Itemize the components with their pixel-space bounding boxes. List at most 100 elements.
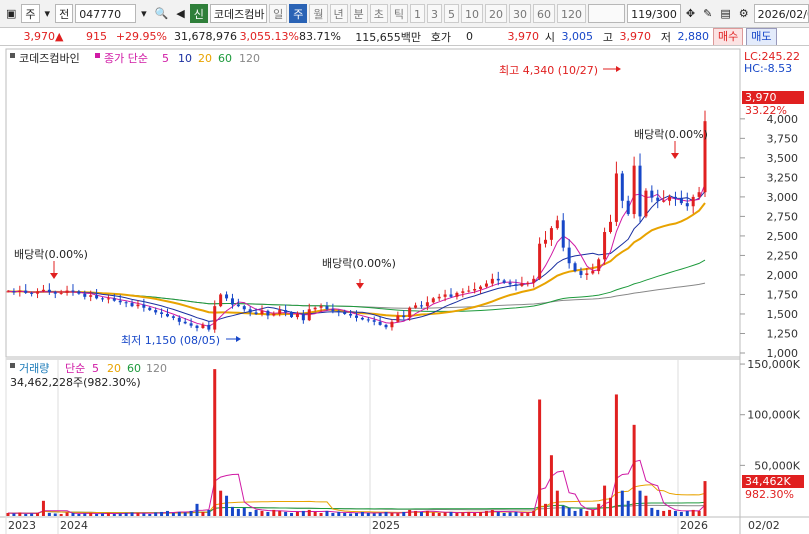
candle-body xyxy=(18,290,22,293)
volume-axis: 150,000K 100,000K 50,000K xyxy=(740,358,801,472)
vol-ma20-label: 20 xyxy=(107,362,121,375)
volume-bar xyxy=(638,490,642,516)
save-icon[interactable]: ▤ xyxy=(717,4,733,23)
volume-bar xyxy=(384,511,388,516)
candle-body xyxy=(673,196,677,199)
dividend-annotation-1: 배당락(0.00%) xyxy=(14,248,88,261)
search-icon[interactable]: 🔍 xyxy=(152,4,172,23)
volume-bar xyxy=(419,511,423,516)
volume-bar xyxy=(295,511,299,516)
volume-bar xyxy=(254,509,258,516)
chevron-down-icon[interactable]: ▾ xyxy=(42,4,54,23)
custom-period-input[interactable] xyxy=(588,4,626,23)
vol-ma60-label: 60 xyxy=(127,362,141,375)
num-30[interactable]: 30 xyxy=(509,4,531,23)
candle-body xyxy=(41,289,45,292)
tab-second[interactable]: 초 xyxy=(369,4,388,23)
speaker-icon[interactable]: ◀ xyxy=(173,4,187,23)
candle-body xyxy=(106,298,110,300)
candle-body xyxy=(396,315,400,322)
stock-chart[interactable]: 4,0003,7503,5003,2503,0002,7502,5002,250… xyxy=(0,47,809,534)
prev-button[interactable]: 전 xyxy=(55,4,74,23)
chart-type-icon[interactable]: ▣ xyxy=(3,4,19,23)
candle-body xyxy=(195,325,199,329)
candle-body xyxy=(160,312,164,314)
candle-body xyxy=(656,197,660,201)
tab-day[interactable]: 일 xyxy=(269,4,288,23)
low-price: 2,880 xyxy=(677,30,710,43)
candle-body xyxy=(213,306,217,330)
price-tick-label: 1,250 xyxy=(767,327,799,340)
volume-bar xyxy=(248,511,252,516)
candle-body xyxy=(366,319,370,321)
candle-body xyxy=(248,309,252,313)
crosshair-icon[interactable]: ✥ xyxy=(683,4,698,23)
code-dropdown-icon[interactable]: ▾ xyxy=(138,4,150,23)
sell-button[interactable]: 매도 xyxy=(746,28,777,45)
volume-bar xyxy=(455,512,459,516)
volume-bar xyxy=(201,511,205,516)
date-input[interactable]: 2026/02/0 xyxy=(753,4,809,23)
candle-body xyxy=(520,283,524,286)
tab-week[interactable]: 주 xyxy=(289,4,308,23)
candle-body xyxy=(614,173,618,222)
candle-body xyxy=(549,228,553,240)
volume-bar xyxy=(402,511,406,516)
candle-body xyxy=(189,323,193,326)
volume-bar xyxy=(195,503,199,516)
candle-body xyxy=(118,300,122,303)
volume-bar xyxy=(41,500,45,516)
num-20[interactable]: 20 xyxy=(485,4,507,23)
volume-bar xyxy=(284,511,288,516)
volume-bar xyxy=(189,510,193,516)
num-60[interactable]: 60 xyxy=(533,4,555,23)
buy-button[interactable]: 매수 xyxy=(713,28,744,45)
num-3[interactable]: 3 xyxy=(427,4,442,23)
candle-body xyxy=(130,303,134,307)
candle-body xyxy=(154,310,158,313)
candle-body xyxy=(360,317,364,320)
num-120[interactable]: 120 xyxy=(557,4,586,23)
candle-body xyxy=(579,271,583,275)
num-10[interactable]: 10 xyxy=(461,4,483,23)
candle-body xyxy=(295,313,299,318)
volume-bar xyxy=(95,513,99,516)
volume-bar xyxy=(603,485,607,516)
gear-icon[interactable]: ⚙ xyxy=(736,4,752,23)
tab-tick[interactable]: 틱 xyxy=(389,4,408,23)
candle-body xyxy=(626,200,630,215)
tab-year[interactable]: 년 xyxy=(329,4,348,23)
candle-body xyxy=(585,273,589,275)
candle-body xyxy=(532,278,536,283)
hc-readout: HC:-8.53 xyxy=(744,62,792,75)
num-5[interactable]: 5 xyxy=(444,4,459,23)
volume-bar xyxy=(532,510,536,516)
candle-body xyxy=(124,302,128,304)
time-tick-label: 02/02 xyxy=(748,519,780,532)
volume-bar xyxy=(644,495,648,516)
period-type-select[interactable]: 주 xyxy=(21,4,40,23)
stock-code-input[interactable]: 047770 xyxy=(75,4,137,23)
vol-ma-label: 단순 xyxy=(65,362,85,375)
volume-bar xyxy=(142,513,146,516)
time-tick-label: 2026 xyxy=(680,519,708,532)
num-1[interactable]: 1 xyxy=(410,4,425,23)
volume-bar xyxy=(165,510,169,516)
candle-body xyxy=(331,309,335,311)
vol-ma5-label: 5 xyxy=(92,362,99,375)
tab-minute[interactable]: 분 xyxy=(349,4,368,23)
candle-body xyxy=(662,200,666,202)
candle-body xyxy=(449,294,453,297)
volume-bar xyxy=(24,513,28,516)
volume-tick-label: 150,000K xyxy=(747,358,800,371)
volume-bar xyxy=(579,508,583,516)
volume-bar xyxy=(101,513,105,516)
high-price: 3,970 xyxy=(619,30,652,43)
candle-body xyxy=(437,296,441,299)
volume-bar xyxy=(230,506,234,516)
price-tick-label: 3,000 xyxy=(767,191,799,204)
tab-month[interactable]: 월 xyxy=(309,4,328,23)
volume-bar xyxy=(425,510,429,516)
vol-ma120-label: 120 xyxy=(146,362,167,375)
draw-icon[interactable]: ✎ xyxy=(700,4,715,23)
